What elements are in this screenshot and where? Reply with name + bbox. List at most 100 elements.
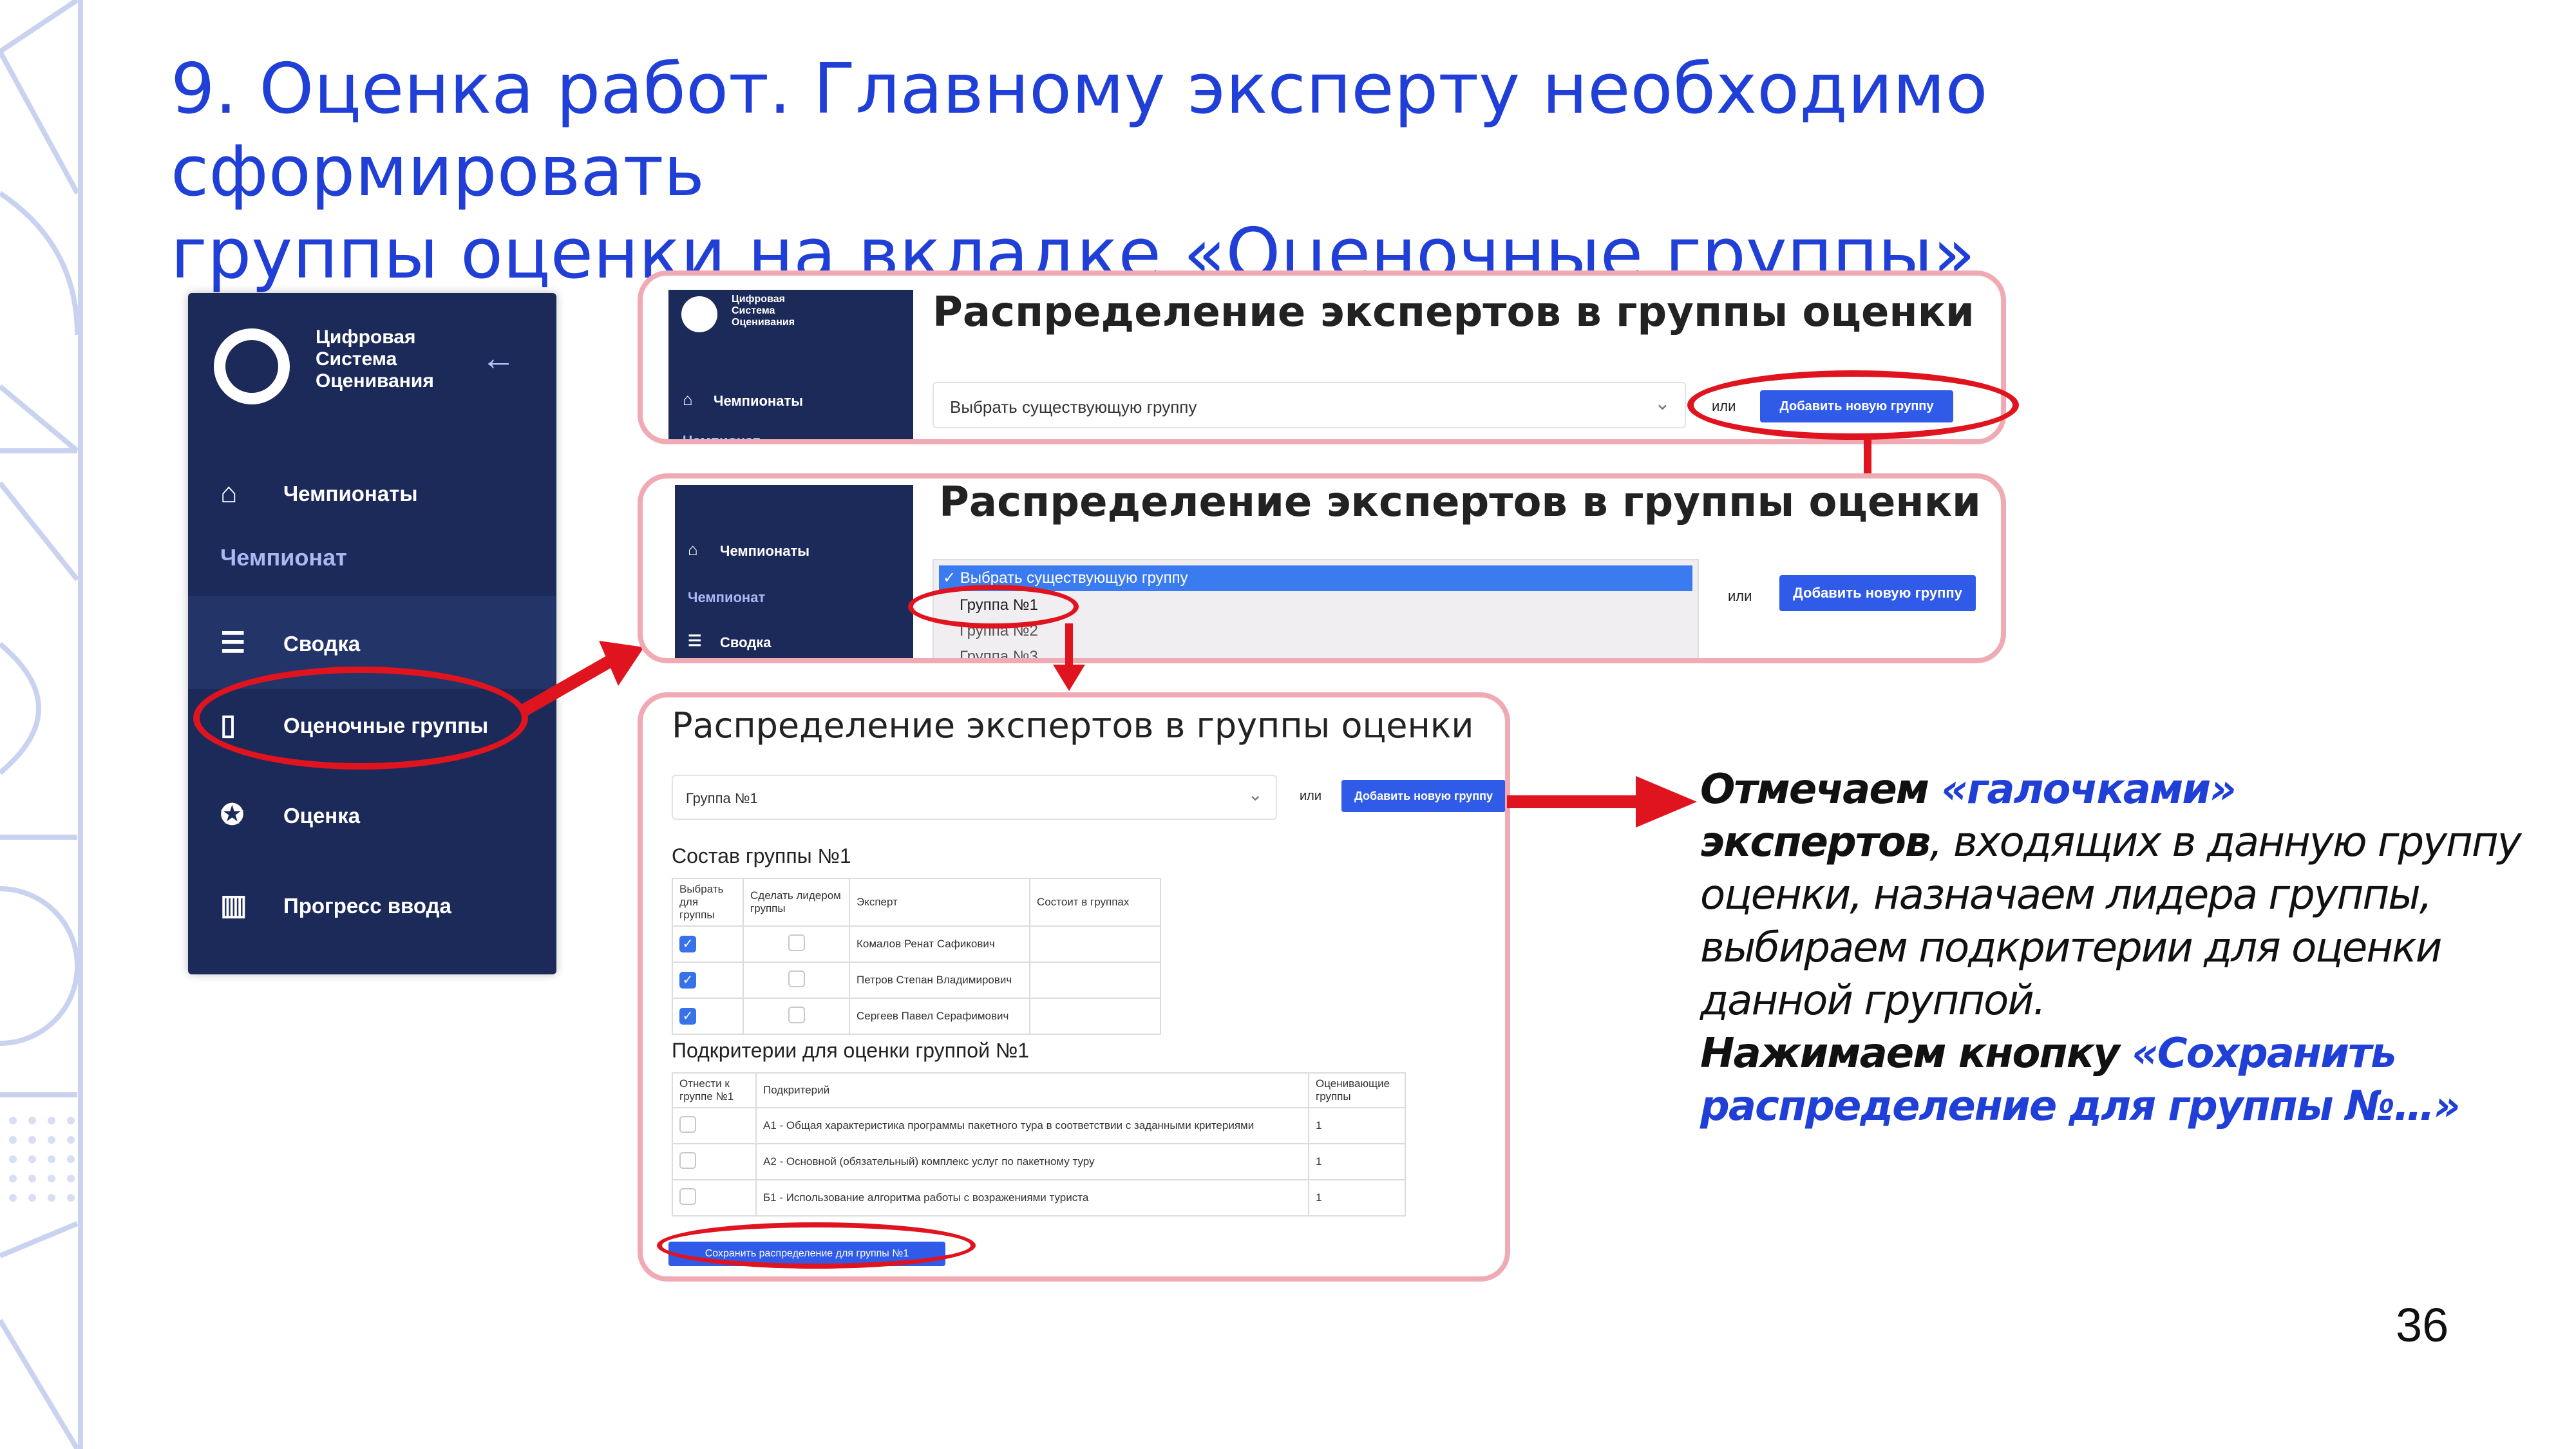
- sidebar-section-label: Чемпионат: [220, 544, 347, 571]
- home-icon: ⌂: [683, 390, 693, 409]
- expert-groups: [1029, 961, 1161, 999]
- note-text: Нажимаем кнопку: [1700, 1030, 2132, 1077]
- note-highlight: «галочками»: [1941, 766, 2236, 813]
- table-header-row: Отнести к группе №1 Подкритерий Оцениваю…: [672, 1072, 1406, 1108]
- column-header: Сделать лидером группы: [743, 878, 850, 927]
- chevron-down-icon: ⌄: [1247, 784, 1263, 804]
- highlight-ellipse: [657, 1222, 976, 1269]
- logo-icon: [214, 328, 290, 404]
- subcriterion-groups: 1: [1308, 1179, 1406, 1217]
- mini-sidebar-item[interactable]: Чемпионат: [683, 433, 760, 439]
- chevron-down-icon: ⌄: [1654, 393, 1671, 414]
- page-number: 36: [2396, 1298, 2449, 1352]
- column-header: Отнести к группе №1: [672, 1072, 757, 1108]
- group-select[interactable]: Выбрать существующую группу ⌄: [933, 382, 1686, 428]
- table-row: ✓ Сергеев Павел Серафимович: [672, 998, 1161, 1035]
- list-icon: ☰: [220, 627, 246, 659]
- mini-sidebar-item[interactable]: Сводка: [720, 634, 771, 651]
- highlight-ellipse: [193, 667, 528, 770]
- table-header-row: Выбрать для группы Сделать лидером групп…: [672, 878, 1161, 927]
- panel-group-dropdown: ⌂ Чемпионаты Чемпионат ☰ Сводка Распреде…: [638, 473, 2006, 663]
- add-group-button[interactable]: Добавить новую группу: [1341, 780, 1505, 812]
- assign-subcriterion-checkbox[interactable]: [679, 1188, 696, 1205]
- group-select[interactable]: Группа №1 ⌄: [672, 775, 1277, 820]
- add-group-button[interactable]: Добавить новую группу: [1779, 575, 1976, 611]
- sidebar-item-label: Оценка: [283, 804, 361, 828]
- panel-group-composition: Распределение экспертов в группы оценки …: [638, 692, 1510, 1282]
- decorative-pattern: [0, 0, 83, 1449]
- dropdown-option[interactable]: Группа №3: [960, 648, 1038, 658]
- leader-checkbox[interactable]: [788, 934, 805, 951]
- select-expert-checkbox[interactable]: ✓: [679, 1008, 696, 1025]
- leader-checkbox[interactable]: [788, 970, 805, 987]
- table-row: А1 - Общая характеристика программы паке…: [672, 1107, 1406, 1144]
- subcriterion-name: А2 - Основной (обязательный) комплекс ус…: [755, 1143, 1309, 1180]
- expert-groups: [1029, 925, 1161, 963]
- subcriterion-name: Б1 - Использование алгоритма работы с во…: [755, 1179, 1309, 1217]
- home-icon: ⌂: [220, 477, 238, 509]
- panel-heading: Распределение экспертов в группы оценки: [933, 289, 1975, 336]
- subcriterion-groups: 1: [1308, 1107, 1406, 1144]
- table-row: А2 - Основной (обязательный) комплекс ус…: [672, 1143, 1406, 1180]
- panel-heading: Распределение экспертов в группы оценки: [672, 705, 1474, 746]
- expert-name: Петров Степан Владимирович: [849, 961, 1030, 999]
- highlight-ellipse: [908, 585, 1079, 629]
- subcriterion-groups: 1: [1308, 1143, 1406, 1180]
- assign-subcriterion-checkbox[interactable]: [679, 1151, 696, 1169]
- table-row: ✓ Комалов Ренат Сафикович: [672, 925, 1161, 963]
- slide-title: 9. Оценка работ. Главному эксперту необх…: [171, 48, 2425, 296]
- expert-name: Сергеев Павел Серафимович: [849, 998, 1030, 1035]
- mini-sidebar-item[interactable]: Чемпионаты: [720, 543, 810, 560]
- mini-sidebar-brand: Цифровая Система Оценивания: [732, 294, 795, 328]
- bar-chart-icon: ▥: [220, 889, 247, 921]
- sidebar-item-label: Прогресс ввода: [283, 894, 451, 918]
- sidebar-item-label: Чемпионаты: [283, 482, 418, 506]
- home-icon: ⌂: [688, 540, 698, 559]
- or-label: или: [1728, 588, 1752, 604]
- dropdown-option-selected[interactable]: ✓ Выбрать существующую группу: [939, 565, 1692, 591]
- table-row: ✓ Петров Степан Владимирович: [672, 961, 1161, 999]
- select-placeholder: Выбрать существующую группу: [950, 397, 1197, 417]
- mini-sidebar: Цифровая Система Оценивания ⌂ Чемпионаты…: [668, 290, 913, 439]
- leader-checkbox[interactable]: [788, 1006, 805, 1023]
- sidebar-brand: Цифровая Система Оценивания: [316, 327, 434, 392]
- column-header: Выбрать для группы: [672, 878, 744, 927]
- sidebar-item-label: Сводка: [283, 632, 361, 656]
- column-header: Подкритерий: [755, 1072, 1309, 1108]
- sidebar-screenshot: Цифровая Система Оценивания ← ⌂ Чемпиона…: [188, 293, 556, 974]
- arrow-icon: [1507, 776, 1697, 828]
- logo-icon: [681, 296, 717, 332]
- subcriteria-table: Отнести к группе №1 Подкритерий Оцениваю…: [672, 1072, 1406, 1217]
- composition-title: Состав группы №1: [672, 844, 851, 867]
- slide-title-line1: 9. Оценка работ. Главному эксперту необх…: [171, 49, 1988, 212]
- column-header: Оценивающие группы: [1308, 1072, 1406, 1108]
- subcriterion-name: А1 - Общая характеристика программы паке…: [755, 1107, 1309, 1144]
- mini-sidebar-item[interactable]: Чемпионат: [688, 589, 765, 606]
- arrow-icon: [1053, 623, 1085, 691]
- or-label: или: [1300, 789, 1322, 803]
- list-icon: ☰: [688, 632, 702, 650]
- column-header: Состоит в группах: [1029, 878, 1161, 927]
- expert-name: Комалов Ренат Сафикович: [849, 925, 1030, 963]
- expert-groups: [1029, 998, 1161, 1035]
- select-value: Группа №1: [686, 790, 758, 806]
- note-text: Отмечаем: [1700, 766, 1942, 813]
- arrow-left-icon[interactable]: ←: [481, 338, 516, 378]
- arrow-icon: [518, 641, 644, 717]
- select-expert-checkbox[interactable]: ✓: [679, 936, 696, 952]
- sidebar-item-championships[interactable]: ⌂ Чемпионаты: [188, 457, 556, 528]
- assign-subcriterion-checkbox[interactable]: [679, 1115, 696, 1133]
- mini-sidebar-item[interactable]: Чемпионаты: [714, 393, 803, 410]
- note-text: экспертов: [1700, 819, 1931, 866]
- instruction-note: Отмечаем «галочками» экспертов, входящих…: [1700, 763, 2537, 1133]
- badge-check-icon: ✪: [220, 799, 244, 831]
- experts-table: Выбрать для группы Сделать лидером групп…: [672, 878, 1161, 1035]
- sidebar-item-input-progress[interactable]: ▥ Прогресс ввода: [188, 869, 556, 940]
- panel-heading: Распределение экспертов в группы оценки: [939, 478, 1981, 526]
- table-row: Б1 - Использование алгоритма работы с во…: [672, 1179, 1406, 1217]
- mini-sidebar: ⌂ Чемпионаты Чемпионат ☰ Сводка: [675, 485, 913, 658]
- select-expert-checkbox[interactable]: ✓: [679, 972, 696, 989]
- highlight-ellipse: [1687, 370, 2019, 440]
- sidebar-item-assessment[interactable]: ✪ Оценка: [188, 779, 556, 850]
- column-header: Эксперт: [849, 878, 1030, 927]
